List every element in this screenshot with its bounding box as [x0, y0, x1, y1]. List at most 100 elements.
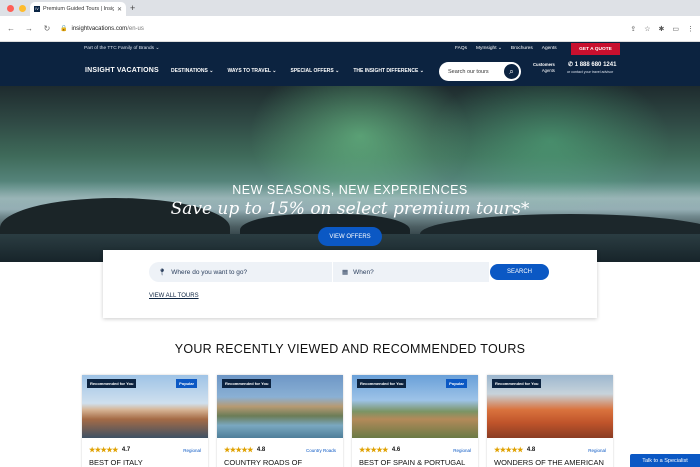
category-label: Regional: [183, 448, 201, 453]
site-search-placeholder: Search our tours: [448, 68, 489, 75]
main-nav: DESTINATIONS ⌄ WAYS TO TRAVEL ⌄ SPECIAL …: [171, 68, 424, 74]
hero-tagline: Save up to 15% on select premium tours*: [170, 199, 530, 219]
rating: ★★★★★ 4.6: [359, 446, 400, 454]
recommended-badge: Recommended for You: [222, 379, 272, 388]
calendar-icon: ▦: [342, 269, 349, 276]
close-tab-icon[interactable]: ✕: [117, 6, 122, 13]
favicon-icon: IV: [34, 6, 40, 12]
recommended-badge: Recommended for You: [492, 379, 542, 388]
phone-icon: ✆: [568, 62, 574, 68]
star-rating-icon: ★★★★★: [224, 447, 253, 454]
location-pin-icon: 📍︎: [158, 269, 167, 276]
search-panel: 📍︎ Where do you want to go? ▦ When? SEAR…: [103, 250, 597, 318]
close-window-button[interactable]: [7, 5, 14, 12]
browser-tab[interactable]: IV Premium Guided Tours | Insig ✕: [30, 2, 126, 16]
date-placeholder: When?: [353, 268, 374, 276]
popular-badge: Popular: [176, 379, 197, 388]
faqs-link[interactable]: FAQs: [455, 46, 467, 51]
tour-title[interactable]: COUNTRY ROADS OF: [224, 458, 302, 467]
nav-destinations-label: DESTINATIONS: [171, 68, 208, 74]
star-rating-icon: ★★★★★: [359, 447, 388, 454]
tour-card[interactable]: Recommended for You Popular ★★★★★ 4.7 Reg…: [82, 375, 208, 467]
site-logo[interactable]: INSIGHT VACATIONS: [85, 67, 159, 74]
category-label: Regional: [588, 448, 606, 453]
address-path: /en-us: [127, 25, 144, 32]
rating: ★★★★★ 4.8: [224, 446, 265, 454]
back-icon[interactable]: ←: [6, 24, 16, 33]
get-a-quote-button[interactable]: GET A QUOTE: [571, 43, 620, 55]
phone-number[interactable]: ✆ 1 888 680 1241: [568, 61, 616, 68]
destination-placeholder: Where do you want to go?: [171, 268, 248, 276]
hero-headline: NEW SEASONS, NEW EXPERIENCES: [232, 183, 468, 197]
tour-title[interactable]: BEST OF SPAIN & PORTUGAL: [359, 458, 465, 467]
rating-value: 4.8: [526, 447, 536, 453]
customers-agents: Customers Agents: [533, 62, 555, 74]
recommended-badge: Recommended for You: [357, 379, 407, 388]
hero-content: NEW SEASONS, NEW EXPERIENCES Save up to …: [0, 86, 700, 262]
view-offers-button[interactable]: VIEW OFFERS: [318, 227, 382, 246]
talk-to-specialist-button[interactable]: Talk to a Specialist: [630, 454, 700, 467]
site-search-input[interactable]: Search our tours ⌕: [439, 62, 521, 81]
nav-insight-difference[interactable]: THE INSIGHT DIFFERENCE ⌄: [353, 68, 424, 74]
family-brands-label: Part of the TTC Family of Brands: [84, 46, 155, 51]
top-bar: Part of the TTC Family of Brands ⌄ FAQs …: [0, 42, 700, 56]
rating: ★★★★★ 4.7: [89, 446, 130, 454]
phone-subtext: or contact your travel advisor: [567, 70, 614, 74]
myinsight-link[interactable]: MyInsight ⌄: [476, 46, 502, 51]
rating: ★★★★★ 4.8: [494, 446, 535, 454]
tour-title[interactable]: BEST OF ITALY: [89, 458, 143, 467]
tour-cards: Recommended for You Popular ★★★★★ 4.7 Reg…: [82, 375, 613, 467]
star-rating-icon: ★★★★★: [89, 447, 118, 454]
browser-toolbar: ← → ↻ 🔒 insightvacations.com/en-us ⇪ ☆ ✱…: [0, 16, 700, 42]
tab-title: Premium Guided Tours | Insig: [43, 6, 114, 12]
site-header: Part of the TTC Family of Brands ⌄ FAQs …: [0, 42, 700, 86]
top-links: FAQs MyInsight ⌄ Brochures Agents: [455, 46, 557, 51]
agents-link[interactable]: Agents: [542, 46, 557, 51]
nav-ways-to-travel-label: WAYS TO TRAVEL: [227, 68, 271, 74]
destination-field[interactable]: 📍︎ Where do you want to go?: [149, 262, 332, 282]
rating-value: 4.7: [121, 447, 131, 453]
menu-icon[interactable]: ⋮: [687, 25, 694, 33]
nav-special-offers[interactable]: SPECIAL OFFERS ⌄: [290, 68, 339, 74]
agents-toggle-link[interactable]: Agents: [533, 68, 555, 74]
reload-icon[interactable]: ↻: [42, 24, 52, 33]
phone-label: 1 888 680 1241: [574, 62, 617, 68]
family-brands-link[interactable]: Part of the TTC Family of Brands ⌄: [84, 46, 159, 51]
bookmark-star-icon[interactable]: ☆: [644, 25, 650, 33]
brochures-link[interactable]: Brochures: [511, 46, 533, 51]
category-label: Country Roads: [305, 448, 336, 453]
toolbar-icons: ⇪ ☆ ✱ ▭ ⋮: [630, 25, 694, 33]
forward-icon[interactable]: →: [24, 24, 34, 33]
search-button[interactable]: SEARCH: [490, 264, 549, 280]
nav-ways-to-travel[interactable]: WAYS TO TRAVEL ⌄: [227, 68, 276, 74]
search-icon[interactable]: ⌕: [504, 64, 519, 79]
tour-card[interactable]: Recommended for You Popular ★★★★★ 4.6 Reg…: [352, 375, 478, 467]
myinsight-label: MyInsight: [476, 46, 497, 51]
minimize-window-button[interactable]: [19, 5, 26, 12]
recommended-badge: Recommended for You: [87, 379, 137, 388]
date-field[interactable]: ▦ When?: [333, 262, 489, 282]
tab-strip: IV Premium Guided Tours | Insig ✕ +: [0, 0, 700, 16]
address-bar[interactable]: 🔒 insightvacations.com/en-us: [60, 21, 622, 37]
lock-icon: 🔒: [60, 26, 68, 32]
tour-title[interactable]: WONDERS OF THE AMERICAN: [494, 458, 604, 467]
sidebar-icon[interactable]: ▭: [672, 25, 679, 33]
rating-value: 4.6: [391, 447, 401, 453]
address-host: insightvacations.com: [71, 25, 128, 32]
view-all-tours-link[interactable]: VIEW ALL TOURS: [149, 293, 199, 299]
section-title: YOUR RECENTLY VIEWED AND RECOMMENDED TOU…: [174, 342, 526, 356]
share-icon[interactable]: ⇪: [630, 25, 636, 33]
extensions-icon[interactable]: ✱: [659, 25, 665, 33]
nav-insight-difference-label: THE INSIGHT DIFFERENCE: [353, 68, 419, 74]
browser-chrome: IV Premium Guided Tours | Insig ✕ + ← → …: [0, 0, 700, 42]
website: Part of the TTC Family of Brands ⌄ FAQs …: [0, 42, 700, 467]
tour-card[interactable]: Recommended for You ★★★★★ 4.8 Country Roa…: [217, 375, 343, 467]
popular-badge: Popular: [446, 379, 467, 388]
star-rating-icon: ★★★★★: [494, 447, 523, 454]
nav-destinations[interactable]: DESTINATIONS ⌄: [171, 68, 213, 74]
new-tab-button[interactable]: +: [130, 3, 135, 13]
rating-value: 4.8: [256, 447, 266, 453]
tour-card[interactable]: Recommended for You ★★★★★ 4.8 Regional WO…: [487, 375, 613, 467]
nav-special-offers-label: SPECIAL OFFERS: [290, 68, 334, 74]
category-label: Regional: [453, 448, 471, 453]
